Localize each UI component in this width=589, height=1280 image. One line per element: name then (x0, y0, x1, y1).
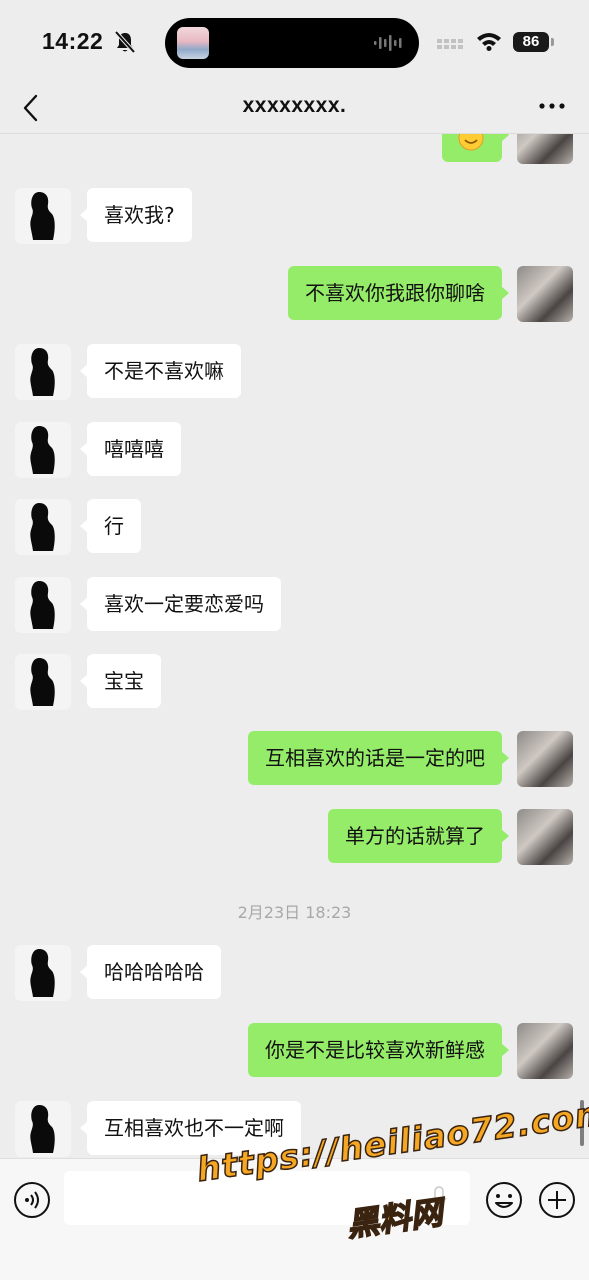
message-bubble-self[interactable]: 互相喜欢的话是一定的吧 (248, 731, 509, 785)
message-bubble-other[interactable]: 行 (80, 499, 141, 553)
message-row: 嘻嘻嘻 (0, 422, 589, 478)
avatar-self[interactable] (517, 266, 573, 322)
message-row: 喜欢我? (0, 188, 589, 244)
message-row: 不喜欢你我跟你聊啥 (0, 266, 589, 322)
message-bubble-other[interactable]: 哈哈哈哈哈 (80, 945, 221, 999)
status-time: 14:22 (42, 28, 104, 54)
avatar-other[interactable] (15, 945, 71, 1001)
message-bubble-self[interactable]: 不喜欢你我跟你聊啥 (288, 266, 509, 320)
voice-icon[interactable] (13, 1181, 51, 1219)
message-row: 行 (0, 499, 589, 555)
message-row: 单方的话就算了 (0, 809, 589, 865)
avatar-self[interactable] (517, 1023, 573, 1079)
chat-header: xxxxxxxx. (0, 84, 589, 134)
more-icon[interactable] (538, 96, 566, 116)
message-bubble-self[interactable]: 你是不是比较喜欢新鲜感 (248, 1023, 509, 1077)
message-row: 喜欢一定要恋爱吗 (0, 577, 589, 633)
music-artwork (177, 27, 209, 59)
battery-level: 86 (513, 32, 549, 52)
message-bubble-other[interactable]: 宝宝 (80, 654, 161, 708)
avatar-other[interactable] (15, 422, 71, 478)
message-bubble-self[interactable]: 单方的话就算了 (328, 809, 509, 863)
message-bubble-other[interactable]: 不是不喜欢嘛 (80, 344, 241, 398)
input-bar (0, 1158, 589, 1280)
message-bubble-other[interactable]: 喜欢一定要恋爱吗 (80, 577, 281, 631)
message-row (0, 134, 589, 164)
wifi-icon (477, 33, 501, 51)
avatar-other[interactable] (15, 344, 71, 400)
emoji-icon (458, 134, 484, 151)
message-row: 宝宝 (0, 654, 589, 710)
message-row: 不是不喜欢嘛 (0, 344, 589, 400)
audio-wave-icon (374, 35, 402, 51)
avatar-self[interactable] (517, 134, 573, 164)
message-row: 你是不是比较喜欢新鲜感 (0, 1023, 589, 1079)
avatar-other[interactable] (15, 499, 71, 555)
dynamic-island[interactable] (165, 18, 419, 68)
avatar-other[interactable] (15, 188, 71, 244)
message-list[interactable]: 喜欢我? 不喜欢你我跟你聊啥 不是不喜欢嘛 嘻嘻嘻 行 喜欢一定要恋爱吗 宝宝 (0, 134, 589, 1158)
avatar-other[interactable] (15, 654, 71, 710)
avatar-self[interactable] (517, 731, 573, 787)
avatar-other[interactable] (15, 1101, 71, 1157)
message-bubble-other[interactable]: 喜欢我? (80, 188, 192, 242)
battery-tip (551, 38, 554, 46)
avatar-other[interactable] (15, 577, 71, 633)
message-bubble-other[interactable]: 嘻嘻嘻 (80, 422, 181, 476)
status-bar: 14:22 86 (0, 0, 589, 84)
message-row: 互相喜欢的话是一定的吧 (0, 731, 589, 787)
chat-title: xxxxxxxx. (242, 94, 347, 117)
avatar-self[interactable] (517, 809, 573, 865)
message-timestamp: 2月23日 18:23 (237, 903, 352, 922)
plus-icon[interactable] (538, 1181, 576, 1219)
message-row: 哈哈哈哈哈 (0, 945, 589, 1001)
signal-icon (437, 39, 463, 49)
emoji-icon[interactable] (485, 1181, 523, 1219)
bell-off-icon (114, 30, 136, 54)
message-bubble-self[interactable] (442, 134, 509, 162)
